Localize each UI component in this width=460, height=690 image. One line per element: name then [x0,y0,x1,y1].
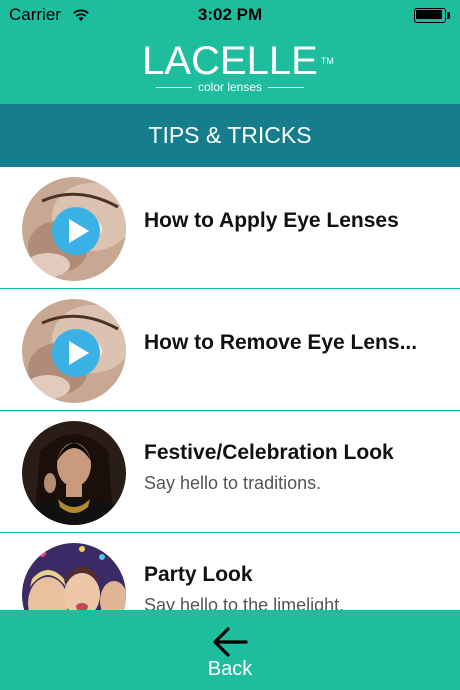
status-bar: Carrier 3:02 PM [0,0,460,30]
item-subtitle: Say hello to the limelight. [144,595,345,610]
logo-divider-right [268,86,305,88]
item-title: How to Remove Eye Lens... [144,331,418,354]
festive-woman-thumbnail [22,421,126,525]
brand-logo: LACELLE TM color lenses [0,38,460,94]
list-item[interactable]: How to Apply Eye Lenses [0,167,460,289]
eye-lens-video-thumbnail [22,177,126,281]
back-label: Back [207,658,253,680]
eye-lens-video-thumbnail [22,299,126,403]
logo-trademark: TM [320,56,334,66]
item-title: Party Look [144,563,253,586]
page-title: TIPS & TRICKS [148,122,312,148]
app-header: LACELLE TM color lenses [0,30,460,104]
logo-text: LACELLE [142,39,318,83]
play-icon[interactable] [52,207,100,255]
section-title-bar: TIPS & TRICKS [0,104,460,167]
back-arrow-icon [213,627,248,657]
status-time: 3:02 PM [197,5,263,24]
bottom-bar: Back [0,610,460,690]
play-icon[interactable] [52,329,100,377]
item-title: How to Apply Eye Lenses [144,209,399,232]
list-item[interactable]: Festive/Celebration Look Say hello to tr… [0,411,460,533]
party-group-thumbnail [22,543,126,610]
tips-list[interactable]: How to Apply Eye Lenses How to Remove Ey… [0,167,460,610]
item-subtitle: Say hello to traditions. [144,473,322,493]
list-item[interactable]: How to Remove Eye Lens... [0,289,460,411]
battery-icon [414,8,450,23]
list-item[interactable]: Party Look Say hello to the limelight. [0,533,460,610]
item-title: Festive/Celebration Look [144,441,394,464]
logo-divider-left [155,86,192,88]
back-button[interactable]: Back [190,620,270,686]
